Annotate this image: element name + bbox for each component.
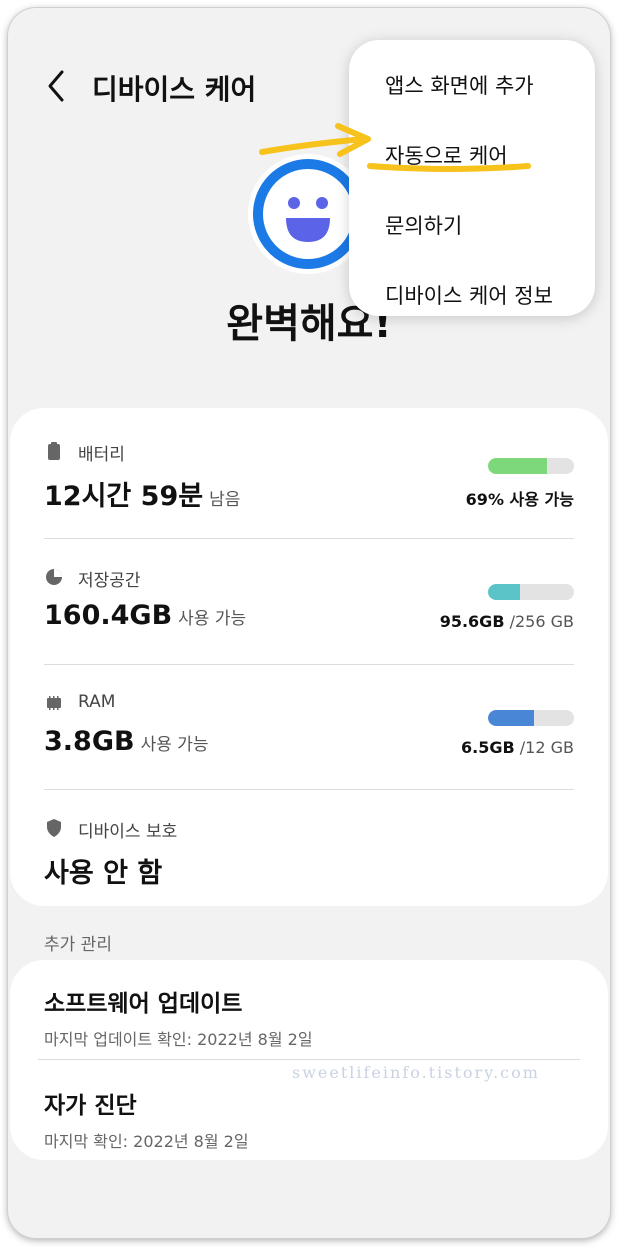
ram-bar (488, 710, 574, 726)
device-protection-value: 사용 안 함 (44, 858, 163, 889)
ram-value: 3.8GB 사용 가능 (44, 726, 209, 757)
shield-icon (47, 819, 61, 837)
storage-bar-text: 95.6GB /256 GB (439, 612, 574, 631)
device-protection-label: 디바이스 보호 (78, 822, 178, 842)
battery-bar-text: 69% 사용 가능 (465, 490, 574, 509)
device-protection-row[interactable]: 디바이스 보호 사용 안 함 (44, 817, 574, 897)
battery-value: 12시간 59분 남음 (44, 481, 241, 512)
ram-row[interactable]: RAM 3.8GB 사용 가능 6.5GB /12 GB (44, 692, 574, 772)
storage-bar (488, 584, 574, 600)
chevron-left-icon (48, 70, 64, 102)
menu-item-add-to-apps[interactable]: 앱스 화면에 추가 (385, 70, 534, 100)
battery-label: 배터리 (78, 445, 125, 465)
software-update-subtitle: 마지막 업데이트 확인: 2022년 8월 2일 (44, 1030, 313, 1049)
divider (38, 1059, 580, 1060)
phone-screen: 디바이스 케어 완벽해요! 배터리 12시간 59분남음 69% 사용 가능 (8, 8, 610, 1238)
storage-bar-fill (488, 584, 520, 600)
menu-item-about[interactable]: 디바이스 케어 정보 (385, 280, 553, 310)
storage-row[interactable]: 저장공간 160.4GB 사용 가능 95.6GB /256 GB (44, 566, 574, 646)
menu-item-auto-care[interactable]: 자동으로 케어 (385, 140, 508, 170)
software-update-item[interactable]: 소프트웨어 업데이트 마지막 업데이트 확인: 2022년 8월 2일 (44, 984, 574, 1050)
battery-icon (48, 442, 60, 460)
storage-value: 160.4GB 사용 가능 (44, 600, 247, 631)
section-label: 추가 관리 (44, 935, 112, 955)
ram-bar-fill (488, 710, 535, 726)
storage-label: 저장공간 (78, 571, 141, 591)
divider (44, 538, 574, 539)
storage-icon (46, 569, 62, 585)
menu-item-contact-us[interactable]: 문의하기 (385, 210, 462, 240)
self-diagnosis-subtitle: 마지막 확인: 2022년 8월 2일 (44, 1132, 249, 1151)
watermark: sweetlifeinfo.tistory.com (292, 1063, 540, 1082)
page-title: 디바이스 케어 (92, 73, 257, 106)
overflow-menu: 앱스 화면에 추가 자동으로 케어 문의하기 디바이스 케어 정보 (349, 40, 595, 316)
self-diagnosis-title: 자가 진단 (44, 1093, 137, 1119)
self-diagnosis-item[interactable]: 자가 진단 마지막 확인: 2022년 8월 2일 (44, 1086, 574, 1152)
battery-bar-fill (488, 458, 548, 474)
ram-bar-text: 6.5GB /12 GB (461, 738, 574, 757)
ram-icon (47, 696, 61, 710)
battery-row[interactable]: 배터리 12시간 59분 남음 69% 사용 가능 (44, 440, 574, 520)
back-button[interactable] (42, 66, 72, 106)
battery-bar (488, 458, 574, 474)
divider (44, 789, 574, 790)
ram-label: RAM (78, 692, 116, 712)
software-update-title: 소프트웨어 업데이트 (44, 991, 243, 1017)
divider (44, 664, 574, 665)
